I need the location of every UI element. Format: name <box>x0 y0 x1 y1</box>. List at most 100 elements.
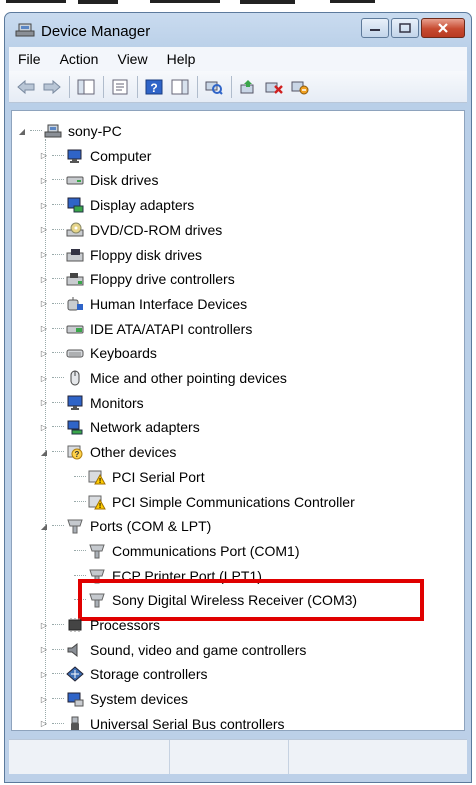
tree-item-floppy-drive-controllers[interactable]: ▷ Floppy drive controllers <box>38 267 235 291</box>
expand-arrow-icon[interactable]: ▷ <box>38 645 50 654</box>
tree-connector-line <box>52 302 64 305</box>
uninstall-button[interactable] <box>263 76 285 98</box>
device-manager-window: Device Manager File Action View Help ? ◢… <box>4 12 472 783</box>
tree-connector-line <box>74 574 86 577</box>
forward-button[interactable] <box>41 76 63 98</box>
toolbar-separator <box>103 75 104 98</box>
tree-item-keyboards[interactable]: ▷ Keyboards <box>38 341 157 365</box>
tree-connector-line <box>52 253 64 256</box>
tree-item-label: Other devices <box>90 444 177 461</box>
tree-item-communications-port-com1[interactable]: Communications Port (COM1) <box>60 539 300 563</box>
expand-arrow-icon[interactable]: ▷ <box>38 719 50 728</box>
tree-connector-line <box>52 278 64 280</box>
expand-arrow-icon[interactable]: ▷ <box>38 225 50 234</box>
tree-item-system-devices[interactable]: ▷ System devices <box>38 687 188 711</box>
expand-arrow-icon[interactable]: ▷ <box>38 176 50 185</box>
minimize-button[interactable] <box>361 18 389 38</box>
expand-arrow-icon[interactable]: ▷ <box>38 398 50 407</box>
tree-connector-line <box>52 426 64 428</box>
display-adapter-icon <box>66 197 84 213</box>
ide-controller-icon <box>66 321 84 337</box>
tree-item-label: IDE ATA/ATAPI controllers <box>90 320 253 337</box>
device-manager-icon <box>15 22 35 38</box>
monitor-icon <box>66 395 84 411</box>
close-button[interactable] <box>421 18 465 38</box>
tree-item-ide-ata-atapi-controllers[interactable]: ▷ IDE ATA/ATAPI controllers <box>38 317 252 341</box>
expand-arrow-icon[interactable]: ▷ <box>38 151 50 160</box>
expand-arrow-icon[interactable]: ▷ <box>38 695 50 704</box>
warning-device-icon: ! <box>88 469 106 485</box>
expand-arrow-icon[interactable]: ▷ <box>38 670 50 679</box>
expand-arrow-icon[interactable]: ▷ <box>38 275 50 284</box>
tree-item-label: Monitors <box>90 394 144 411</box>
tree-connector-line <box>52 377 64 379</box>
title-bar[interactable]: Device Manager <box>5 13 471 47</box>
collapse-arrow-icon[interactable]: ◢ <box>38 522 50 531</box>
expand-arrow-icon[interactable]: ▷ <box>38 621 50 630</box>
tree-item-pci-serial-port[interactable]: ! PCI Serial Port <box>60 465 205 489</box>
menu-action[interactable]: Action <box>51 51 109 67</box>
properties-icon <box>112 79 128 94</box>
tree-connector-line <box>52 352 64 354</box>
console-tree-button[interactable] <box>75 76 97 98</box>
back-button[interactable] <box>15 76 37 98</box>
toolbar-separator <box>197 75 198 98</box>
keyboard-icon <box>66 345 84 361</box>
expand-arrow-icon[interactable]: ▷ <box>38 299 50 308</box>
tree-connector-line <box>74 500 86 503</box>
tree-item-mice-and-other-pointing-devices[interactable]: ▷ Mice and other pointing devices <box>38 366 287 390</box>
storage-controller-icon <box>66 666 84 683</box>
expand-arrow-icon[interactable]: ▷ <box>38 349 50 358</box>
tree-item-universal-serial-bus-controllers[interactable]: ▷ Universal Serial Bus controllers <box>38 712 285 730</box>
tree-item-label: Display adapters <box>90 197 195 214</box>
tree-item-pci-simple-communications-controller[interactable]: ! PCI Simple Communications Controller <box>60 490 355 514</box>
tree-item-processors[interactable]: ▷ Processors <box>38 613 160 637</box>
tree-item-sound-video-and-game-controllers[interactable]: ▷ Sound, video and game controllers <box>38 638 306 662</box>
tree-connector-line <box>52 648 64 651</box>
tree-item-other-devices[interactable]: ◢? Other devices <box>38 440 176 464</box>
menu-file[interactable]: File <box>9 51 51 67</box>
menu-help[interactable]: Help <box>158 51 206 67</box>
tree-item-floppy-disk-drives[interactable]: ▷ Floppy disk drives <box>38 243 202 267</box>
window-controls <box>361 18 465 40</box>
svg-text:!: ! <box>99 503 101 510</box>
menu-view[interactable]: View <box>108 51 157 67</box>
collapse-arrow-icon[interactable]: ◢ <box>16 127 28 136</box>
root-computer-icon <box>44 123 62 139</box>
menu-bar: File Action View Help <box>9 47 467 71</box>
toolbar-separator <box>137 75 138 98</box>
expand-arrow-icon[interactable]: ▷ <box>38 374 50 383</box>
expand-arrow-icon[interactable]: ▷ <box>38 423 50 432</box>
collapse-arrow-icon[interactable]: ◢ <box>38 448 50 457</box>
expand-arrow-icon[interactable]: ▷ <box>38 324 50 333</box>
tree-item-display-adapters[interactable]: ▷ Display adapters <box>38 193 194 217</box>
expand-arrow-icon[interactable]: ▷ <box>38 201 50 210</box>
disk-drive-icon <box>66 172 84 188</box>
tree-item-ports-com-lpt[interactable]: ◢ Ports (COM & LPT) <box>38 514 211 538</box>
show-hide-console-tree-icon <box>77 79 95 94</box>
tree-root-sony-pc[interactable]: ◢ sony-PC <box>16 119 122 143</box>
device-tree-pane[interactable]: ◢ sony-PC ▷ Computer ▷ Disk drives ▷ Display ad… <box>11 110 465 731</box>
scan-hardware-button[interactable] <box>203 76 225 98</box>
tree-item-network-adapters[interactable]: ▷ Network adapters <box>38 415 200 439</box>
help-button[interactable]: ? <box>143 76 165 98</box>
properties-button[interactable] <box>109 76 131 98</box>
tree-item-dvd-cd-rom-drives[interactable]: ▷ DVD/CD-ROM drives <box>38 218 222 242</box>
update-driver-button[interactable] <box>237 76 259 98</box>
toolbar-separator <box>231 75 232 98</box>
tree-connector-line <box>52 204 64 206</box>
status-cell <box>170 740 289 774</box>
tree-item-disk-drives[interactable]: ▷ Disk drives <box>38 168 159 192</box>
tree-item-label: Storage controllers <box>90 666 208 683</box>
update-driver-icon <box>240 79 254 93</box>
tree-item-computer[interactable]: ▷ Computer <box>38 144 152 168</box>
tree-item-label: Computer <box>90 147 152 164</box>
expand-arrow-icon[interactable]: ▷ <box>38 250 50 259</box>
tree-item-human-interface-devices[interactable]: ▷ Human Interface Devices <box>38 292 247 316</box>
maximize-button[interactable] <box>391 18 419 38</box>
window-title: Device Manager <box>41 23 151 40</box>
disable-button[interactable] <box>289 76 311 98</box>
tree-item-monitors[interactable]: ▷ Monitors <box>38 391 144 415</box>
tree-item-storage-controllers[interactable]: ▷ Storage controllers <box>38 662 208 686</box>
action-pane-button[interactable] <box>169 76 191 98</box>
